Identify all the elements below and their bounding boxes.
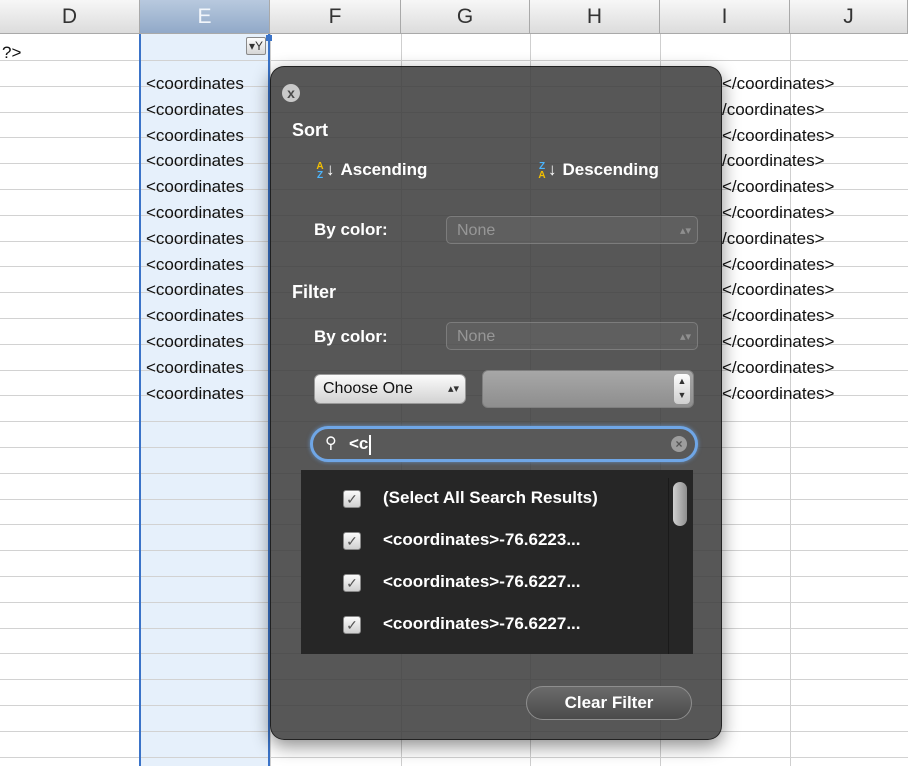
cell-e[interactable]: <coordinates [146,97,244,123]
column-header-h[interactable]: H [530,0,660,34]
cell-e[interactable]: <coordinates [146,200,244,226]
clear-search-icon[interactable]: × [671,436,687,452]
filter-by-color-label: By color: [314,327,388,346]
checkbox-checked-icon[interactable]: ✓ [343,532,361,550]
cell-j[interactable]: </coordinates> [722,329,834,355]
scrollbar-thumb[interactable] [673,482,687,526]
list-item-label: <coordinates>-76.6227... [383,614,581,633]
cell-e[interactable]: <coordinates [146,329,244,355]
search-field[interactable]: ⚲ <c × [310,426,698,462]
cell-e[interactable]: <coordinates [146,226,244,252]
cell-j[interactable]: /coordinates> [722,148,825,174]
cell-j[interactable]: /coordinates> [722,97,825,123]
cell-e[interactable]: <coordinates [146,381,244,407]
checkbox-checked-icon[interactable]: ✓ [343,616,361,634]
cell-j[interactable]: </coordinates> [722,123,834,149]
search-input[interactable]: <c [349,429,372,459]
column-header-d[interactable]: D [0,0,140,34]
cell-d1[interactable]: ?> [2,40,21,66]
cell-j[interactable]: </coordinates> [722,71,834,97]
cell-j[interactable]: </coordinates> [722,252,834,278]
condition-select[interactable]: Choose One ▴▾ [314,374,466,404]
list-item[interactable]: ✓ <coordinates>-76.6223... [301,520,661,560]
list-item-label: <coordinates>-76.6223... [383,530,581,549]
cell-j[interactable]: </coordinates> [722,174,834,200]
cell-e[interactable]: <coordinates [146,303,244,329]
filter-by-color-select[interactable]: None ▴▾ [446,322,698,350]
list-item-select-all[interactable]: ✓ (Select All Search Results) [301,478,661,518]
cell-e[interactable]: <coordinates [146,123,244,149]
condition-value-field[interactable]: ▲ ▼ [482,370,694,408]
condition-select-label: Choose One [323,380,413,397]
clear-filter-button[interactable]: Clear Filter [526,686,692,720]
list-item-label: (Select All Search Results) [383,488,598,507]
sort-za-icon: ZA [538,160,546,181]
cell-e[interactable]: <coordinates [146,174,244,200]
sort-descending-button[interactable]: Z A ↓ Descending [536,156,659,184]
list-item-label: <coordinates>-76.6227... [383,572,581,591]
grid-row-line [0,60,908,61]
filter-section-title: Filter [292,282,337,302]
grid-row-line [0,756,908,758]
search-results-list: ✓ (Select All Search Results) ✓ <coordin… [301,470,693,654]
sort-ascending-button[interactable]: A Z ↓ Ascending [314,156,427,184]
select-arrows-icon: ▴▾ [679,225,691,237]
down-arrow-icon: ↓ [548,160,557,179]
sort-section-title: Sort [292,120,328,140]
stepper-icon[interactable]: ▲ ▼ [674,374,690,404]
column-header-i[interactable]: I [660,0,790,34]
select-arrows-icon: ▴▾ [447,383,459,395]
selection-handle[interactable] [266,35,272,41]
sort-az-icon: AZ [316,160,324,181]
list-item[interactable]: ✓ <coordinates>-76.6227... [301,604,661,644]
list-item[interactable]: ✓ <coordinates>-76.6227... [301,562,661,602]
cell-j[interactable]: /coordinates> [722,226,825,252]
column-header-f[interactable]: F [270,0,401,34]
autofilter-dropdown-icon[interactable]: ▾Y [246,37,266,55]
sort-by-color-value: None [457,222,496,239]
cell-j[interactable]: </coordinates> [722,381,834,407]
column-header-j[interactable]: J [790,0,908,34]
sort-ascending-label: Ascending [340,160,428,179]
select-arrows-icon: ▴▾ [679,331,691,343]
filter-by-color-value: None [457,328,496,345]
cell-e[interactable]: <coordinates [146,252,244,278]
column-header-g[interactable]: G [401,0,530,34]
sort-by-color-label: By color: [314,220,388,239]
cell-e[interactable]: <coordinates [146,71,244,97]
cell-e[interactable]: <coordinates [146,277,244,303]
cell-e[interactable]: <coordinates [146,355,244,381]
checkbox-checked-icon[interactable]: ✓ [343,574,361,592]
checkbox-checked-icon[interactable]: ✓ [343,490,361,508]
cell-j[interactable]: </coordinates> [722,277,834,303]
sort-by-color-select[interactable]: None ▴▾ [446,216,698,244]
sort-descending-label: Descending [562,160,659,179]
results-scrollbar[interactable] [668,478,691,654]
cell-e[interactable]: <coordinates [146,148,244,174]
cell-j[interactable]: </coordinates> [722,303,834,329]
cell-j[interactable]: </coordinates> [722,200,834,226]
close-icon[interactable]: x [282,84,300,102]
cell-j[interactable]: </coordinates> [722,355,834,381]
down-arrow-icon: ↓ [326,160,335,179]
column-header-e[interactable]: E [140,0,270,34]
search-icon: ⚲ [325,435,337,452]
